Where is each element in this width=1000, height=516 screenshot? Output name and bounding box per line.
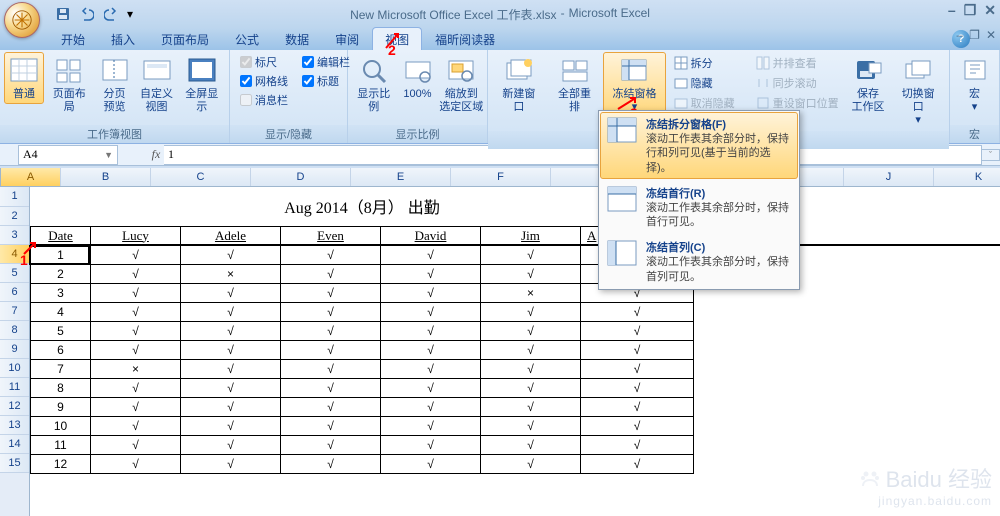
- col-header-K[interactable]: K: [934, 168, 1000, 186]
- row-header-7[interactable]: 7: [0, 302, 29, 321]
- row-header-12[interactable]: 12: [0, 397, 29, 416]
- row-header-3[interactable]: 3: [0, 226, 29, 245]
- tab-pagelayout[interactable]: 页面布局: [148, 27, 222, 50]
- save-workspace-button[interactable]: 保存 工作区: [847, 52, 890, 117]
- row-header-5[interactable]: 5: [0, 264, 29, 283]
- row-headers: 123456789101112131415: [0, 187, 30, 516]
- workbook-minimize-button[interactable]: –: [956, 28, 963, 42]
- row-header-9[interactable]: 9: [0, 340, 29, 359]
- row-header-11[interactable]: 11: [0, 378, 29, 397]
- office-button[interactable]: [4, 2, 40, 38]
- new-window-button[interactable]: 新建窗口: [492, 52, 546, 117]
- row-header-6[interactable]: 6: [0, 283, 29, 302]
- qat-dropdown-icon[interactable]: ▾: [124, 4, 136, 24]
- workbook-close-button[interactable]: ✕: [986, 28, 996, 42]
- switch-window-button[interactable]: 切换窗口▾: [891, 52, 945, 131]
- redo-icon[interactable]: [100, 4, 122, 24]
- freeze-separator: [30, 244, 1000, 246]
- row-header-10[interactable]: 10: [0, 359, 29, 378]
- col-header-E[interactable]: E: [351, 168, 451, 186]
- pagebreak-view-button[interactable]: 分页 预览: [95, 52, 135, 117]
- group-zoom: 显示比例 100% 缩放到 选定区域 显示比例: [348, 50, 488, 143]
- zoom-100-button[interactable]: 100%: [398, 52, 438, 104]
- undo-icon[interactable]: [76, 4, 98, 24]
- tab-view[interactable]: 视图: [372, 27, 422, 50]
- freeze-first-col-item[interactable]: 冻结首列(C)滚动工作表其余部分时，保持首列可见。: [599, 234, 799, 289]
- row-header-4[interactable]: 4: [0, 245, 29, 264]
- group-label-views: 工作簿视图: [0, 125, 229, 143]
- custom-view-button[interactable]: 自定义 视图: [137, 52, 177, 117]
- col-header-D[interactable]: D: [251, 168, 351, 186]
- tab-start[interactable]: 开始: [48, 27, 98, 50]
- fullscreen-view-button[interactable]: 全屏显示: [179, 52, 226, 117]
- ribbon-tabs: 开始 插入 页面布局 公式 数据 审阅 视图 福昕阅读器 ? – ❐ ✕: [0, 28, 1000, 50]
- formula-expand-icon[interactable]: ˇ: [982, 149, 1000, 161]
- window-controls: – ❐ ✕: [948, 2, 996, 19]
- group-label-macros: 宏: [950, 125, 999, 143]
- save-icon[interactable]: [52, 4, 74, 24]
- ribbon: 普通 页面布局 分页 预览 自定义 视图 全屏显示 工作簿视图 标尺 网格线 消…: [0, 50, 1000, 144]
- sync-scroll-button[interactable]: 同步滚动: [756, 75, 839, 91]
- fx-icon[interactable]: fx: [148, 147, 164, 162]
- app-title: Microsoft Excel: [569, 6, 650, 23]
- row-header-1[interactable]: 1: [0, 187, 29, 207]
- restore-button[interactable]: ❐: [964, 2, 977, 19]
- col-header-J[interactable]: J: [844, 168, 934, 186]
- split-button[interactable]: 拆分: [674, 55, 735, 71]
- freeze-panes-button[interactable]: 冻结窗格 ▾: [603, 52, 665, 117]
- cell-grid[interactable]: Aug 2014（8月） 出勤DateLucyAdeleEvenDavidJim…: [30, 187, 694, 516]
- tab-review[interactable]: 审阅: [322, 27, 372, 50]
- tab-formulas[interactable]: 公式: [222, 27, 272, 50]
- close-button[interactable]: ✕: [984, 2, 996, 19]
- formulabar-checkbox[interactable]: 编辑栏: [302, 54, 350, 70]
- gridlines-checkbox[interactable]: 网格线: [240, 73, 288, 89]
- zoom-selection-button[interactable]: 缩放到 选定区域: [440, 52, 484, 117]
- col-header-C[interactable]: C: [151, 168, 251, 186]
- group-show-hide: 标尺 网格线 消息栏 编辑栏 标题 显示/隐藏: [230, 50, 348, 143]
- freeze-first-col-icon: [606, 239, 638, 267]
- freeze-top-row-item[interactable]: 冻结首行(R)滚动工作表其余部分时，保持首行可见。: [599, 180, 799, 235]
- namebox-dropdown-icon[interactable]: ▼: [104, 150, 113, 160]
- group-label-zoom: 显示比例: [348, 125, 487, 143]
- side-by-side-button[interactable]: 并排查看: [756, 55, 839, 71]
- group-workbook-views: 普通 页面布局 分页 预览 自定义 视图 全屏显示 工作簿视图: [0, 50, 230, 143]
- quick-access-toolbar: ▾: [52, 4, 136, 24]
- row-header-14[interactable]: 14: [0, 435, 29, 454]
- pagelayout-view-button[interactable]: 页面布局: [46, 52, 93, 117]
- zoom-button[interactable]: 显示比例: [352, 52, 396, 117]
- headings-checkbox[interactable]: 标题: [302, 73, 350, 89]
- tab-foxit[interactable]: 福昕阅读器: [422, 27, 508, 50]
- name-box[interactable]: A4▼: [18, 145, 118, 165]
- col-header-B[interactable]: B: [61, 168, 151, 186]
- msgbar-checkbox[interactable]: 消息栏: [240, 92, 288, 108]
- tab-insert[interactable]: 插入: [98, 27, 148, 50]
- row-header-2[interactable]: 2: [0, 207, 29, 226]
- group-macros: 宏▾ 宏: [950, 50, 1000, 143]
- col-header-F[interactable]: F: [451, 168, 551, 186]
- window-title: New Microsoft Office Excel 工作表.xlsx - Mi…: [350, 6, 650, 23]
- worksheet: ABCDEFGHIJKL 123456789101112131415 Aug 2…: [0, 168, 1000, 516]
- group-label-show: 显示/隐藏: [230, 125, 347, 143]
- arrange-all-button[interactable]: 全部重排: [548, 52, 602, 117]
- workbook-restore-button[interactable]: ❐: [969, 28, 980, 42]
- column-headers: ABCDEFGHIJKL: [1, 168, 1000, 187]
- titlebar: ▾ New Microsoft Office Excel 工作表.xlsx - …: [0, 0, 1000, 28]
- minimize-button[interactable]: –: [948, 2, 956, 19]
- freeze-panes-icon: [606, 116, 638, 144]
- reset-pos-button[interactable]: 重设窗口位置: [756, 95, 839, 111]
- tab-data[interactable]: 数据: [272, 27, 322, 50]
- freeze-top-row-icon: [606, 185, 638, 213]
- ruler-checkbox[interactable]: 标尺: [240, 54, 288, 70]
- freeze-panes-item[interactable]: 冻结拆分窗格(F)滚动工作表其余部分时，保持行和列可见(基于当前的选择)。: [600, 112, 798, 179]
- normal-view-button[interactable]: 普通: [4, 52, 44, 104]
- macros-button[interactable]: 宏▾: [954, 52, 995, 117]
- row-header-8[interactable]: 8: [0, 321, 29, 340]
- col-header-A[interactable]: A: [1, 168, 61, 186]
- unhide-button[interactable]: 取消隐藏: [674, 95, 735, 111]
- row-header-15[interactable]: 15: [0, 454, 29, 473]
- hide-button[interactable]: 隐藏: [674, 75, 735, 91]
- doc-title: New Microsoft Office Excel 工作表.xlsx: [350, 6, 557, 23]
- row-header-13[interactable]: 13: [0, 416, 29, 435]
- freeze-panes-menu: 冻结拆分窗格(F)滚动工作表其余部分时，保持行和列可见(基于当前的选择)。 冻结…: [598, 110, 800, 290]
